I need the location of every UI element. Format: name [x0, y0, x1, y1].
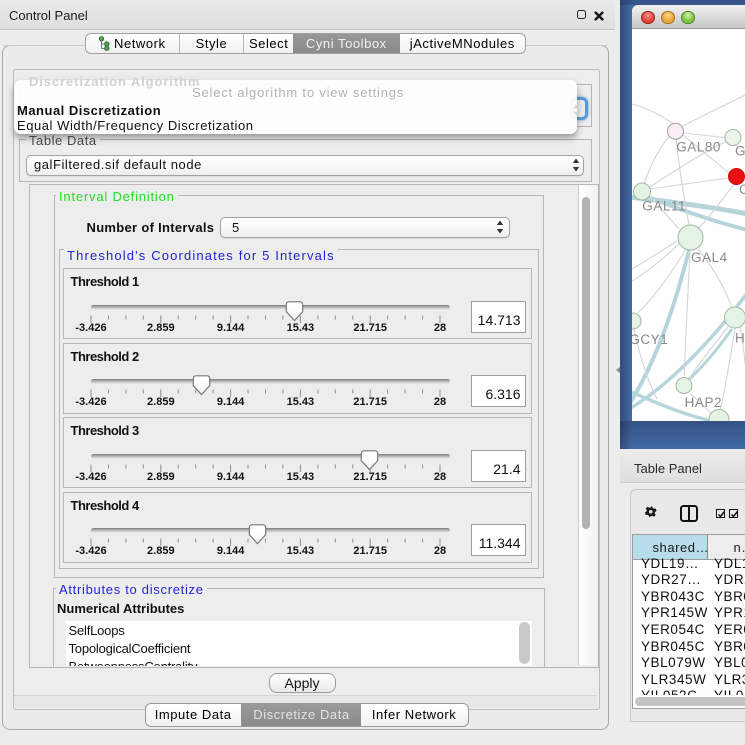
svg-text:C: C	[739, 182, 745, 197]
svg-text:GCY1: GCY1	[632, 332, 668, 347]
svg-text:GAL11: GAL11	[642, 198, 686, 213]
svg-text:GAL4: GAL4	[691, 250, 728, 265]
svg-text:GA: GA	[735, 143, 745, 158]
svg-text:GAL80: GAL80	[676, 139, 721, 154]
svg-text:H: H	[735, 330, 745, 345]
svg-text:HAP2: HAP2	[685, 395, 722, 410]
